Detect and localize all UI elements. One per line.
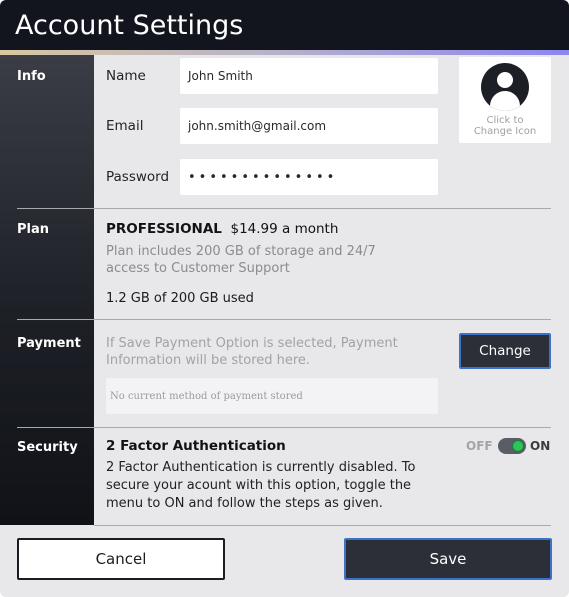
title-bar: Account Settings <box>0 0 569 50</box>
payment-description: If Save Payment Option is selected, Paym… <box>106 336 398 368</box>
plan-description: Plan includes 200 GB of storage and 24/7… <box>106 244 376 276</box>
password-label: Password <box>106 169 170 185</box>
divider-security-footer <box>94 525 551 526</box>
avatar-caption: Click to Change Icon <box>473 115 537 137</box>
plan-name: PROFESSIONAL $14.99 a month <box>106 220 338 238</box>
toggle-on-label: ON <box>530 439 551 453</box>
name-label: Name <box>106 68 146 84</box>
change-icon-button[interactable]: Click to Change Icon <box>459 57 551 143</box>
section-label-security: Security <box>17 440 78 455</box>
email-label: Email <box>106 118 144 134</box>
password-field[interactable]: •••••••••••••• <box>180 159 438 195</box>
divider-plan-payment <box>17 319 551 320</box>
toggle-knob <box>512 440 524 452</box>
cancel-button[interactable]: Cancel <box>17 538 225 580</box>
name-field[interactable]: John Smith <box>180 58 438 94</box>
two-factor-title: 2 Factor Authentication <box>106 438 286 454</box>
plan-price: $14.99 a month <box>230 221 339 237</box>
payment-method-box: No current method of payment stored <box>106 378 438 414</box>
section-label-plan: Plan <box>17 222 50 237</box>
section-label-payment: Payment <box>17 336 81 351</box>
divider-info-plan <box>17 208 551 209</box>
section-label-info: Info <box>17 69 46 84</box>
toggle-off-label: OFF <box>466 439 493 453</box>
save-button[interactable]: Save <box>344 538 552 580</box>
two-factor-description: 2 Factor Authentication is currently dis… <box>106 460 416 511</box>
change-payment-button[interactable]: Change <box>459 333 551 369</box>
page-title: Account Settings <box>15 10 244 41</box>
email-field[interactable]: john.smith@gmail.com <box>180 108 438 144</box>
account-settings-dialog: Account Settings Info Plan Payment Secur… <box>0 0 569 597</box>
user-avatar-icon <box>481 63 529 111</box>
plan-tier: PROFESSIONAL <box>106 221 222 237</box>
two-factor-toggle[interactable] <box>498 438 526 454</box>
plan-usage: 1.2 GB of 200 GB used <box>106 291 254 306</box>
divider-payment-security <box>17 427 551 428</box>
